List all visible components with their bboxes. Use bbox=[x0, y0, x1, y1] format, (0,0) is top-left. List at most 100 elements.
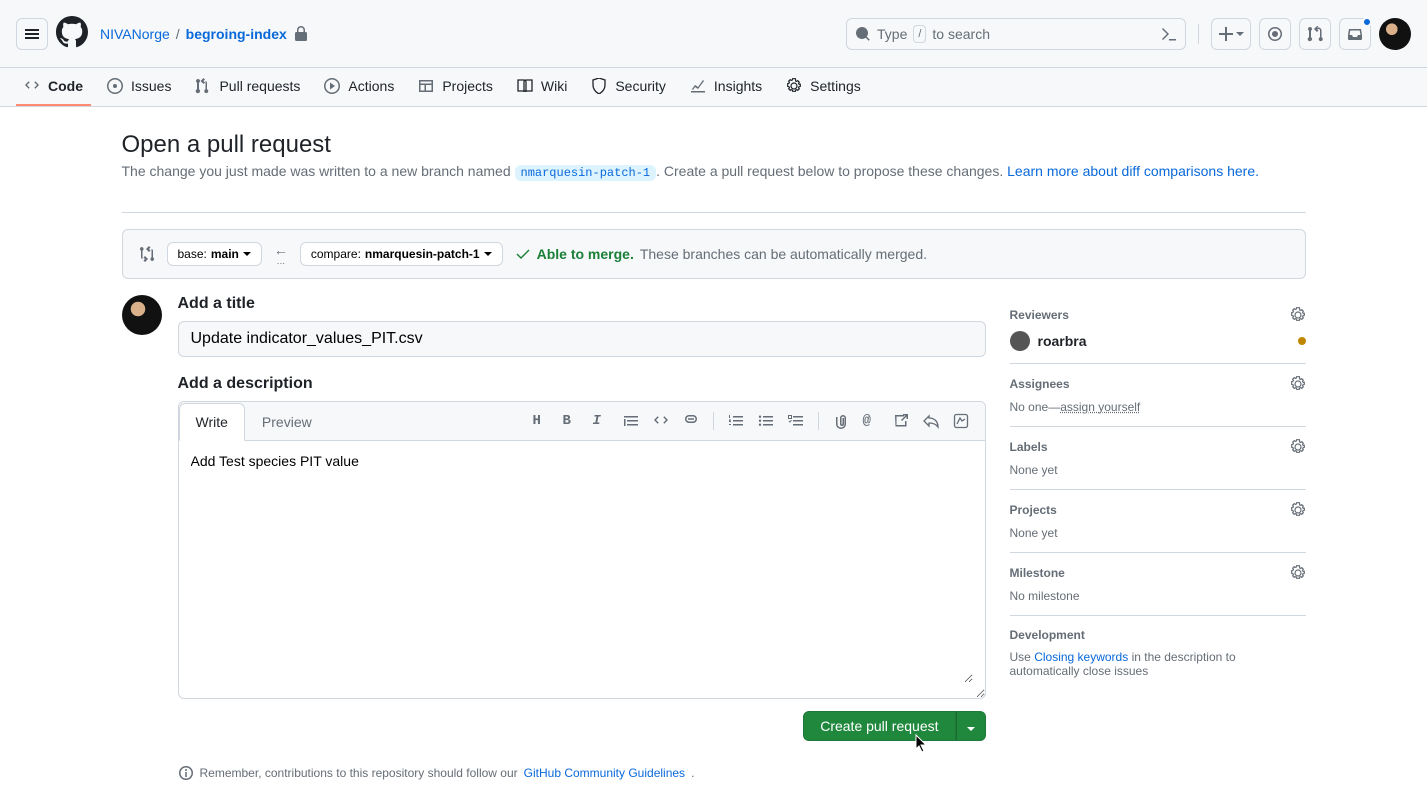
projects-none: None yet bbox=[1010, 526, 1306, 540]
list-ordered-icon[interactable] bbox=[728, 413, 744, 429]
labels-gear[interactable] bbox=[1290, 439, 1306, 455]
paperclip-icon[interactable] bbox=[833, 413, 849, 429]
labels-title: Labels bbox=[1010, 440, 1048, 454]
nav-security[interactable]: Security bbox=[583, 68, 674, 106]
nav-projects[interactable]: Projects bbox=[410, 68, 501, 106]
bold-icon[interactable]: B bbox=[563, 413, 579, 429]
gear-icon bbox=[1290, 502, 1306, 518]
development-title: Development bbox=[1010, 628, 1085, 642]
link-icon[interactable] bbox=[683, 413, 699, 429]
description-label: Add a description bbox=[178, 375, 986, 393]
nav-pulls[interactable]: Pull requests bbox=[187, 68, 308, 106]
nav-label: Settings bbox=[810, 78, 861, 94]
diff-icon[interactable] bbox=[953, 413, 969, 429]
nav-label: Insights bbox=[714, 78, 762, 94]
milestone-gear[interactable] bbox=[1290, 565, 1306, 581]
git-compare-icon bbox=[139, 246, 155, 262]
github-logo[interactable] bbox=[56, 16, 88, 51]
main-container: Open a pull request The change you just … bbox=[106, 107, 1322, 804]
search-kbd: / bbox=[913, 25, 926, 43]
guidelines-link[interactable]: GitHub Community Guidelines bbox=[524, 766, 685, 780]
nav-wiki[interactable]: Wiki bbox=[509, 68, 575, 106]
list-unordered-icon[interactable] bbox=[758, 413, 774, 429]
pullrequests-button[interactable] bbox=[1299, 18, 1331, 50]
inbox-icon bbox=[1347, 26, 1363, 42]
github-icon bbox=[56, 16, 88, 48]
check-icon bbox=[515, 246, 531, 262]
reviewer-name: roarbra bbox=[1038, 333, 1087, 349]
plus-icon bbox=[1218, 26, 1234, 42]
owner-link[interactable]: NIVANorge bbox=[100, 26, 170, 42]
projects-gear[interactable] bbox=[1290, 502, 1306, 518]
search-input[interactable]: Type / to search bbox=[846, 18, 1186, 50]
notification-dot-icon bbox=[1362, 17, 1372, 27]
nav-label: Security bbox=[615, 78, 666, 94]
pending-status-icon bbox=[1298, 337, 1306, 345]
graph-icon bbox=[690, 78, 706, 94]
title-input[interactable] bbox=[178, 321, 986, 357]
gear-icon bbox=[1290, 565, 1306, 581]
user-avatar[interactable] bbox=[1379, 18, 1411, 50]
nav-code[interactable]: Code bbox=[16, 68, 91, 106]
submit-button-group: Create pull request bbox=[803, 711, 985, 741]
comment-tabs: Write Preview H B I bbox=[179, 402, 985, 441]
create-pr-button[interactable]: Create pull request bbox=[803, 711, 955, 741]
caret-down-icon bbox=[484, 252, 492, 256]
tab-write[interactable]: Write bbox=[179, 403, 245, 441]
nav-label: Pull requests bbox=[219, 78, 300, 94]
issue-icon bbox=[1267, 26, 1283, 42]
labels-none: None yet bbox=[1010, 463, 1306, 477]
milestone-title: Milestone bbox=[1010, 566, 1065, 580]
nav-label: Actions bbox=[348, 78, 394, 94]
nav-actions[interactable]: Actions bbox=[316, 68, 402, 106]
reviewers-gear[interactable] bbox=[1290, 307, 1306, 323]
assignees-title: Assignees bbox=[1010, 377, 1070, 391]
closing-keywords-link[interactable]: Closing keywords bbox=[1034, 650, 1128, 664]
learn-more-link[interactable]: Learn more about diff comparisons here. bbox=[1007, 163, 1259, 179]
cross-reference-icon[interactable] bbox=[893, 413, 909, 429]
nav-issues[interactable]: Issues bbox=[99, 68, 179, 106]
inbox-button[interactable] bbox=[1339, 18, 1371, 50]
arrow-icon: ← … bbox=[274, 243, 288, 266]
branch-chip: nmarquesin-patch-1 bbox=[515, 165, 657, 181]
book-icon bbox=[517, 78, 533, 94]
nav-label: Code bbox=[48, 78, 83, 94]
compare-branch-button[interactable]: compare: nmarquesin-patch-1 bbox=[300, 242, 503, 266]
description-textarea[interactable] bbox=[191, 453, 973, 683]
reviewer-item[interactable]: roarbra bbox=[1010, 331, 1306, 351]
base-branch-button[interactable]: base: main bbox=[167, 242, 262, 266]
hamburger-button[interactable] bbox=[16, 18, 48, 50]
assign-yourself-link[interactable]: assign yourself bbox=[1060, 400, 1140, 414]
italic-icon[interactable]: I bbox=[593, 413, 609, 429]
code-icon[interactable] bbox=[653, 413, 669, 429]
author-avatar[interactable] bbox=[122, 295, 162, 335]
assignees-gear[interactable] bbox=[1290, 376, 1306, 392]
page-title: Open a pull request bbox=[122, 131, 1306, 159]
tasklist-icon[interactable] bbox=[788, 413, 804, 429]
table-icon bbox=[418, 78, 434, 94]
nav-insights[interactable]: Insights bbox=[682, 68, 770, 106]
sidebar: Reviewers roarbra Assignees No one—assig… bbox=[1010, 295, 1306, 781]
gear-icon bbox=[1290, 307, 1306, 323]
search-placeholder-suffix: to search bbox=[932, 26, 990, 42]
repo-link[interactable]: begroing-index bbox=[186, 26, 287, 42]
reviewers-title: Reviewers bbox=[1010, 308, 1069, 322]
menu-icon bbox=[24, 26, 40, 42]
create-pr-dropdown[interactable] bbox=[956, 711, 986, 741]
create-new-button[interactable] bbox=[1211, 18, 1251, 50]
reply-icon[interactable] bbox=[923, 413, 939, 429]
gear-icon bbox=[1290, 439, 1306, 455]
search-icon bbox=[855, 26, 871, 42]
heading-icon[interactable]: H bbox=[533, 413, 549, 429]
milestone-none: No milestone bbox=[1010, 589, 1306, 603]
mention-icon[interactable]: @ bbox=[863, 413, 879, 429]
command-palette-icon[interactable] bbox=[1161, 26, 1177, 42]
nav-settings[interactable]: Settings bbox=[778, 68, 869, 106]
quote-icon[interactable] bbox=[623, 413, 639, 429]
issues-button[interactable] bbox=[1259, 18, 1291, 50]
reviewer-avatar bbox=[1010, 331, 1030, 351]
nav-label: Issues bbox=[131, 78, 171, 94]
footer-note: Remember, contributions to this reposito… bbox=[178, 765, 986, 781]
tab-preview[interactable]: Preview bbox=[245, 403, 329, 441]
info-icon bbox=[178, 765, 194, 781]
